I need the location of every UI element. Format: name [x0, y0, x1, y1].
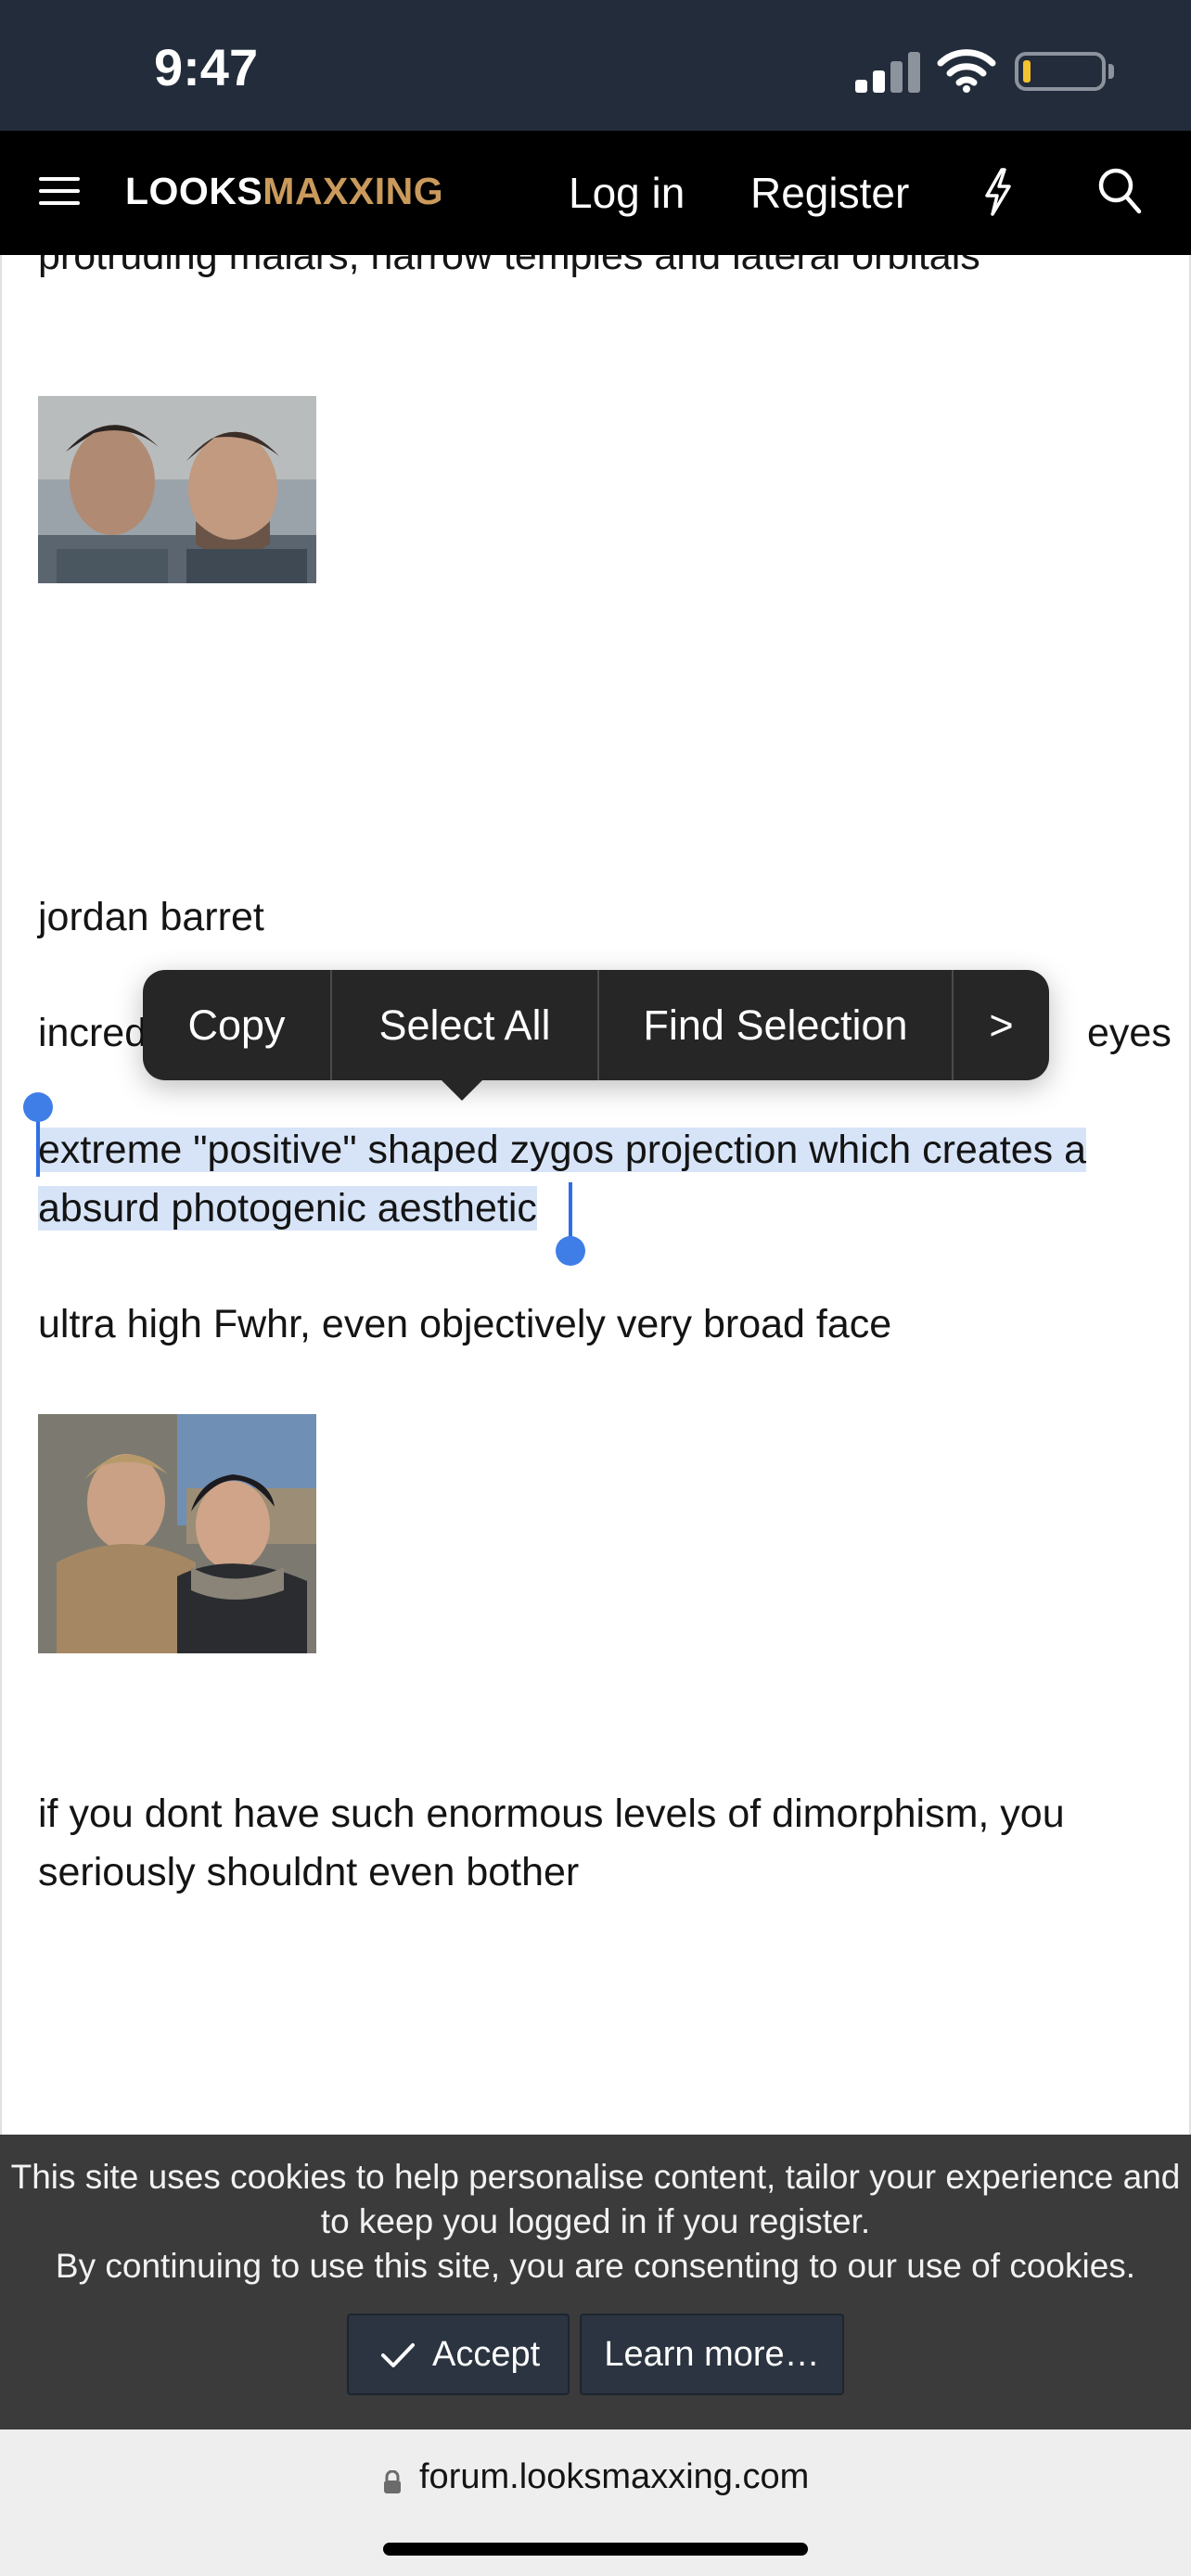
post-text-partial-end: eyes — [1087, 1011, 1172, 1055]
login-link[interactable]: Log in — [569, 168, 685, 218]
logo-text-looks: LOOKS — [125, 170, 263, 212]
status-bar: 9:47 — [0, 0, 1191, 131]
battery-tip — [1108, 64, 1114, 79]
selection-start-handle[interactable] — [23, 1092, 53, 1122]
status-time: 9:47 — [154, 38, 259, 96]
more-options-chevron-icon[interactable]: > — [954, 970, 1049, 1080]
home-indicator[interactable] — [383, 2543, 808, 2556]
find-selection-menu-item[interactable]: Find Selection — [599, 970, 952, 1080]
selected-text-line-1[interactable]: extreme "positive" shaped zygos projecti… — [38, 1121, 1170, 1180]
battery-icon — [1015, 52, 1106, 91]
browser-address-bar[interactable]: forum.looksmaxxing.com — [0, 2429, 1191, 2576]
post-text-closing-1: if you dont have such enormous levels of… — [38, 1792, 1065, 1836]
text-selection-context-menu: Copy Select All Find Selection > — [143, 970, 1049, 1080]
cookie-notice-text: This site uses cookies to help personali… — [0, 2155, 1191, 2289]
post-text-cut-line: protruding malars, narrow temples and la… — [38, 255, 980, 278]
site-logo[interactable]: LOOKSMAXXING — [125, 170, 443, 213]
cookie-text-line-2: to keep you logged in if you register. — [320, 2202, 871, 2240]
cookie-text-line-1: This site uses cookies to help personali… — [10, 2158, 1181, 2196]
checkmark-icon — [381, 2343, 415, 2367]
register-link[interactable]: Register — [750, 168, 909, 218]
accept-cookies-button[interactable]: Accept — [347, 2314, 570, 2395]
context-menu-pointer — [440, 1078, 484, 1101]
url-text[interactable]: forum.looksmaxxing.com — [419, 2457, 809, 2497]
copy-menu-item[interactable]: Copy — [143, 970, 330, 1080]
post-image-two-men-outdoor[interactable] — [38, 1414, 316, 1653]
selected-text-span-1: extreme "positive" shaped zygos projecti… — [38, 1128, 1086, 1172]
top-navigation: LOOKSMAXXING Log in Register — [0, 131, 1191, 255]
post-image-two-men[interactable] — [38, 396, 316, 583]
lock-icon — [384, 2470, 401, 2493]
post-text-closing-2: seriously shouldnt even bother — [38, 1850, 580, 1894]
search-icon[interactable] — [1096, 166, 1143, 216]
cookie-text-line-3: By continuing to use this site, you are … — [55, 2247, 1136, 2285]
logo-text-maxxing: MAXXING — [263, 170, 444, 212]
post-text-name: jordan barret — [38, 895, 264, 939]
learn-more-button[interactable]: Learn more… — [580, 2314, 844, 2395]
cookie-notice-banner: This site uses cookies to help personali… — [0, 2135, 1191, 2429]
selection-end-handle[interactable] — [556, 1236, 585, 1266]
post-content: protruding malars, narrow temples and la… — [0, 255, 1191, 2135]
cellular-signal-icon — [855, 52, 920, 93]
post-text-fwhr: ultra high Fwhr, even objectively very b… — [38, 1302, 892, 1346]
menu-icon[interactable] — [39, 173, 80, 209]
select-all-menu-item[interactable]: Select All — [332, 970, 597, 1080]
accept-label: Accept — [432, 2335, 541, 2374]
wifi-icon — [937, 49, 996, 93]
selected-text-span-2: absurd photogenic aesthetic — [38, 1186, 537, 1231]
selected-text-line-2[interactable]: absurd photogenic aesthetic — [38, 1180, 1170, 1238]
bolt-icon[interactable] — [981, 168, 1015, 216]
